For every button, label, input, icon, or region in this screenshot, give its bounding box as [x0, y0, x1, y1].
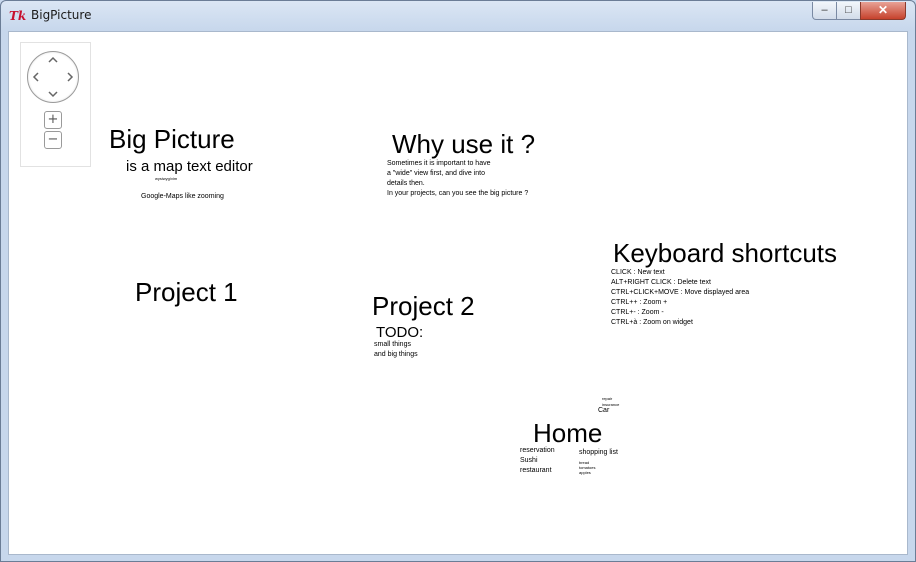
shortcut-line[interactable]: ALT+RIGHT CLICK : Delete text	[611, 278, 711, 288]
project-1-title[interactable]: Project 1	[135, 277, 238, 308]
why-line[interactable]: Sometimes it is important to have	[387, 159, 491, 169]
window-title: BigPicture	[31, 8, 92, 22]
why-title[interactable]: Why use it ?	[392, 129, 535, 160]
why-line[interactable]: In your projects, can you see the big pi…	[387, 189, 528, 199]
close-button[interactable]: ✕	[860, 2, 906, 20]
big-picture-title[interactable]: Big Picture	[109, 124, 235, 155]
shortcut-line[interactable]: CTRL+à : Zoom on widget	[611, 318, 693, 328]
map-navigation-control: + −	[20, 42, 91, 167]
title-bar[interactable]: Tk BigPicture – □ ✕	[1, 1, 915, 31]
home-title[interactable]: Home	[533, 418, 602, 449]
pan-right-icon[interactable]	[65, 72, 75, 82]
shopping-list-label[interactable]: shopping list	[579, 448, 618, 458]
minimize-button[interactable]: –	[812, 2, 837, 20]
big-picture-note[interactable]: Google-Maps like zooming	[141, 193, 224, 200]
shortcuts-title[interactable]: Keyboard shortcuts	[613, 238, 837, 269]
zoom-out-button[interactable]: −	[44, 131, 62, 149]
big-picture-tiny-note[interactable]: wysiwyg/vim	[155, 176, 177, 181]
why-line[interactable]: a "wide" view first, and dive into	[387, 169, 485, 179]
sushi-line[interactable]: Sushi	[520, 456, 538, 466]
pan-down-icon[interactable]	[48, 89, 58, 99]
pan-control[interactable]	[27, 51, 79, 103]
why-line[interactable]: details then.	[387, 179, 425, 189]
shortcut-line[interactable]: CTRL+- : Zoom -	[611, 308, 664, 318]
big-picture-subtitle[interactable]: is a map text editor	[126, 158, 253, 175]
car-label[interactable]: Car	[598, 407, 609, 414]
project-2-line[interactable]: small things	[374, 340, 411, 350]
project-2-todo[interactable]: TODO:	[376, 324, 423, 341]
pan-up-icon[interactable]	[48, 55, 58, 65]
tk-app-icon: Tk	[9, 9, 27, 23]
shortcut-line[interactable]: CLICK : New text	[611, 268, 665, 278]
sushi-line[interactable]: restaurant	[520, 466, 552, 476]
project-2-line[interactable]: and big things	[374, 350, 418, 360]
maximize-button[interactable]: □	[836, 2, 861, 20]
pan-left-icon[interactable]	[31, 72, 41, 82]
shortcut-line[interactable]: CTRL++ : Zoom +	[611, 298, 667, 308]
zoom-in-button[interactable]: +	[44, 111, 62, 129]
car-tiny-note[interactable]: repair	[602, 396, 612, 401]
shortcut-line[interactable]: CTRL+CLICK+MOVE : Move displayed area	[611, 288, 749, 298]
map-canvas[interactable]: + − Big Picture is a map text editor wys…	[8, 31, 908, 555]
app-window: Tk BigPicture – □ ✕ + − Big Picture is a…	[0, 0, 916, 562]
project-2-title[interactable]: Project 2	[372, 291, 475, 322]
sushi-line[interactable]: reservation	[520, 446, 555, 456]
shopping-item[interactable]: apples	[579, 470, 591, 475]
